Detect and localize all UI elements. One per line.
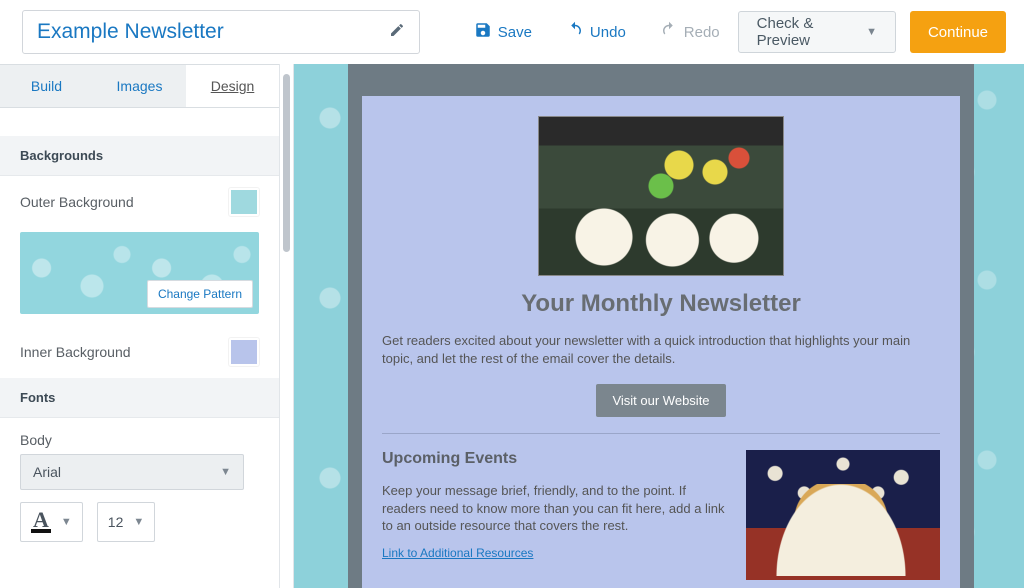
divider: [382, 433, 940, 434]
tab-design[interactable]: Design: [186, 65, 279, 107]
inner-background-row: Inner Background: [0, 326, 279, 378]
email-title[interactable]: Your Monthly Newsletter: [382, 290, 940, 318]
edit-icon[interactable]: [389, 22, 405, 43]
chevron-down-icon: ▼: [61, 516, 72, 528]
redo-label: Redo: [684, 24, 720, 41]
toolbar-actions: Save Undo Redo: [474, 21, 720, 43]
chevron-down-icon: ▼: [220, 466, 231, 478]
font-size-value: 12: [108, 514, 124, 530]
font-family-select[interactable]: Arial ▼: [20, 454, 244, 490]
undo-label: Undo: [590, 24, 626, 41]
save-button[interactable]: Save: [474, 21, 532, 43]
inner-background-label: Inner Background: [20, 344, 131, 360]
tab-build[interactable]: Build: [0, 65, 93, 107]
email-intro[interactable]: Get readers excited about your newslette…: [382, 332, 940, 368]
main-area: Build Images Design Backgrounds Outer Ba…: [0, 64, 1024, 588]
visit-website-button[interactable]: Visit our Website: [596, 384, 726, 417]
chevron-down-icon: ▼: [133, 516, 144, 528]
email-frame: Your Monthly Newsletter Get readers exci…: [348, 64, 974, 588]
redo-icon: [660, 21, 678, 43]
outer-background-row: Outer Background: [0, 176, 279, 228]
save-label: Save: [498, 24, 532, 41]
toolbar-buttons: Check & Preview ▼ Continue: [738, 11, 1006, 53]
undo-icon: [566, 21, 584, 43]
events-paragraph[interactable]: Keep your message brief, friendly, and t…: [382, 482, 728, 535]
scrollbar-thumb[interactable]: [283, 74, 290, 252]
newsletter-title-text: Example Newsletter: [37, 20, 224, 44]
font-size-row: A ▼ 12 ▼: [20, 502, 259, 542]
redo-button[interactable]: Redo: [660, 21, 720, 43]
events-text-col: Upcoming Events Keep your message brief,…: [382, 450, 728, 580]
change-pattern-button[interactable]: Change Pattern: [147, 280, 253, 308]
pattern-preview[interactable]: Change Pattern: [20, 232, 259, 314]
inner-background-swatch[interactable]: [229, 338, 259, 366]
hero-image[interactable]: [538, 116, 784, 276]
chevron-down-icon: ▼: [866, 26, 877, 38]
events-title[interactable]: Upcoming Events: [382, 450, 728, 468]
fonts-header: Fonts: [0, 378, 279, 418]
panel-tabs: Build Images Design: [0, 64, 279, 108]
font-color-icon: A: [31, 511, 51, 533]
font-color-select[interactable]: A ▼: [20, 502, 83, 542]
backgrounds-header: Backgrounds: [0, 136, 279, 176]
email-body[interactable]: Your Monthly Newsletter Get readers exci…: [362, 96, 960, 588]
outer-background-swatch[interactable]: [229, 188, 259, 216]
events-image[interactable]: [746, 450, 940, 580]
events-resources-link[interactable]: Link to Additional Resources: [382, 546, 533, 560]
sidebar-scrollbar-track[interactable]: [280, 64, 294, 588]
save-icon: [474, 21, 492, 43]
newsletter-title-field[interactable]: Example Newsletter: [22, 10, 420, 54]
outer-background-label: Outer Background: [20, 194, 134, 210]
continue-label: Continue: [928, 24, 988, 41]
continue-button[interactable]: Continue: [910, 11, 1006, 53]
font-family-value: Arial: [33, 464, 61, 480]
events-section: Upcoming Events Keep your message brief,…: [382, 450, 940, 580]
check-preview-label: Check & Preview: [757, 15, 856, 49]
font-size-select[interactable]: 12 ▼: [97, 502, 155, 542]
undo-button[interactable]: Undo: [566, 21, 626, 43]
tab-images[interactable]: Images: [93, 65, 186, 107]
preview-canvas: Your Monthly Newsletter Get readers exci…: [294, 64, 1024, 588]
top-toolbar: Example Newsletter Save Undo Redo Check …: [0, 0, 1024, 64]
check-preview-button[interactable]: Check & Preview ▼: [738, 11, 896, 53]
left-panel: Build Images Design Backgrounds Outer Ba…: [0, 64, 280, 588]
body-font-label: Body: [0, 418, 279, 454]
